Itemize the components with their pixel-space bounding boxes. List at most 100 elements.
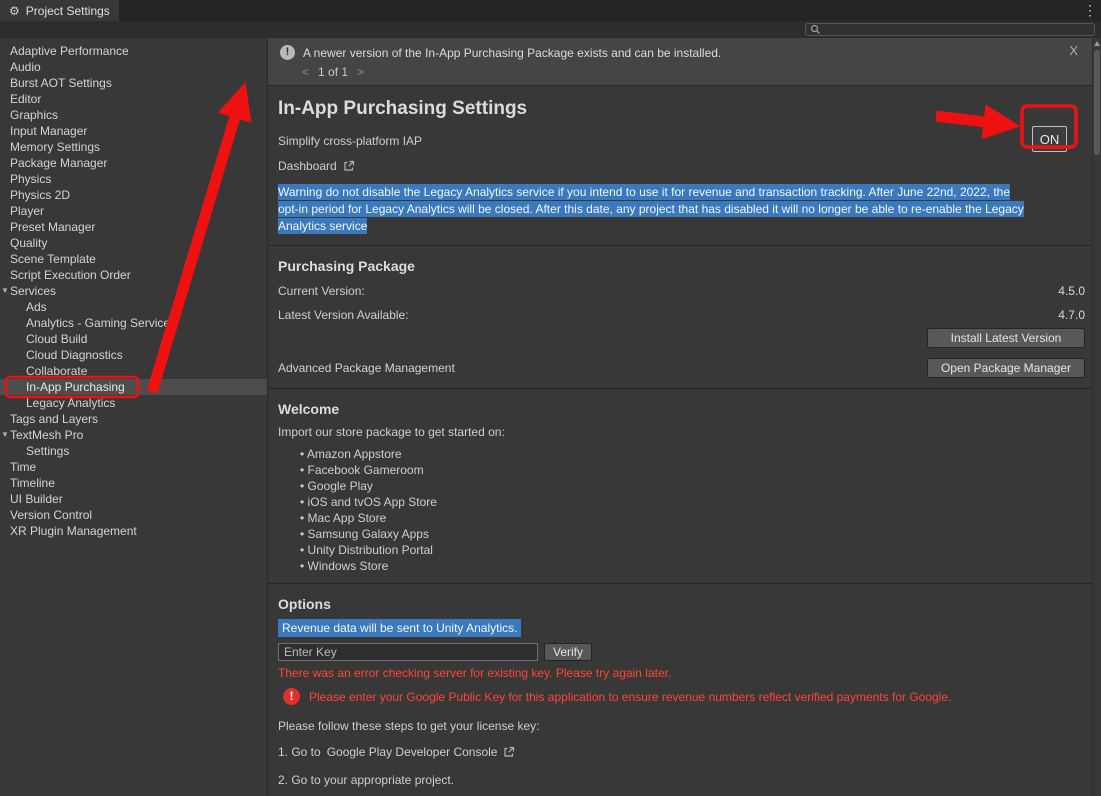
- simplify-iap-label: Simplify cross-platform IAP: [278, 134, 1085, 148]
- google-play-console-link[interactable]: Google Play Developer Console: [327, 745, 498, 759]
- store-list-item: Facebook Gameroom: [300, 462, 1085, 478]
- sidebar-item-services[interactable]: ▼Services: [0, 283, 267, 299]
- advanced-package-label: Advanced Package Management: [278, 361, 455, 375]
- page-title: In-App Purchasing Settings: [278, 98, 1085, 120]
- pager-next-button[interactable]: >: [357, 65, 364, 79]
- pager-prev-button[interactable]: <: [302, 65, 309, 79]
- tab-project-settings[interactable]: ⚙ Project Settings: [0, 0, 119, 21]
- latest-version-row: Latest Version Available: 4.7.0: [278, 308, 1085, 322]
- legacy-analytics-warning-text: Warning do not disable the Legacy Analyt…: [278, 184, 1024, 234]
- sidebar-item-version-control[interactable]: Version Control: [0, 507, 267, 523]
- error-icon: !: [283, 688, 300, 705]
- sidebar-item-analytics-gaming-services[interactable]: Analytics - Gaming Services: [0, 315, 267, 331]
- key-error-text: Please enter your Google Public Key for …: [309, 690, 951, 704]
- sidebar-item-tags-and-layers[interactable]: Tags and Layers: [0, 411, 267, 427]
- toolbar: [0, 21, 1101, 39]
- analytics-note: Revenue data will be sent to Unity Analy…: [278, 621, 1085, 635]
- sidebar-item-label: Services: [10, 284, 56, 298]
- open-package-manager-button[interactable]: Open Package Manager: [927, 358, 1085, 378]
- scroll-up-icon[interactable]: [1094, 41, 1100, 46]
- install-latest-version-button[interactable]: Install Latest Version: [927, 328, 1085, 348]
- scrollbar-thumb[interactable]: [1094, 50, 1100, 155]
- section-divider: [268, 245, 1092, 246]
- store-list-item: Mac App Store: [300, 510, 1085, 526]
- store-list-item: Google Play: [300, 478, 1085, 494]
- search-icon: [810, 24, 821, 35]
- legacy-analytics-warning: Warning do not disable the Legacy Analyt…: [278, 184, 1028, 235]
- store-list-item: Unity Distribution Portal: [300, 542, 1085, 558]
- kebab-menu-icon[interactable]: ⋮: [1083, 2, 1097, 19]
- welcome-heading: Welcome: [278, 401, 1085, 417]
- external-link-icon: [503, 746, 515, 758]
- latest-version-label: Latest Version Available:: [278, 308, 409, 322]
- sidebar-item-xr-plugin-management[interactable]: XR Plugin Management: [0, 523, 267, 539]
- server-error-text: There was an error checking server for e…: [278, 666, 1085, 680]
- google-key-row: Verify: [278, 643, 1085, 661]
- notification-pager: < 1 of 1 >: [302, 65, 1080, 79]
- section-divider: [268, 583, 1092, 584]
- store-list: Amazon Appstore Facebook Gameroom Google…: [278, 446, 1085, 574]
- sidebar-item-input-manager[interactable]: Input Manager: [0, 123, 267, 139]
- current-version-value: 4.5.0: [1058, 284, 1085, 298]
- foldout-open-icon[interactable]: ▼: [1, 283, 9, 299]
- step-1-prefix: 1. Go to: [278, 745, 321, 759]
- sidebar-item-quality[interactable]: Quality: [0, 235, 267, 251]
- sidebar-item-physics[interactable]: Physics: [0, 171, 267, 187]
- sidebar-item-burst-aot-settings[interactable]: Burst AOT Settings: [0, 75, 267, 91]
- sidebar-item-package-manager[interactable]: Package Manager: [0, 155, 267, 171]
- close-icon[interactable]: X: [1069, 43, 1078, 58]
- store-list-item: Amazon Appstore: [300, 446, 1085, 462]
- sidebar-item-legacy-analytics[interactable]: Legacy Analytics: [0, 395, 267, 411]
- sidebar-item-editor[interactable]: Editor: [0, 91, 267, 107]
- project-settings-window: ⚙ Project Settings ⋮ Adaptive Performanc…: [0, 0, 1101, 796]
- search-input[interactable]: [825, 24, 1090, 35]
- sidebar-item-memory-settings[interactable]: Memory Settings: [0, 139, 267, 155]
- current-version-label: Current Version:: [278, 284, 365, 298]
- sidebar-item-textmesh-pro-settings[interactable]: Settings: [0, 443, 267, 459]
- sidebar-item-physics-2d[interactable]: Physics 2D: [0, 187, 267, 203]
- sidebar-item-scene-template[interactable]: Scene Template: [0, 251, 267, 267]
- verify-key-button[interactable]: Verify: [544, 643, 592, 661]
- pager-label: 1 of 1: [318, 65, 348, 79]
- sidebar: Adaptive Performance Audio Burst AOT Set…: [0, 38, 267, 796]
- search-box[interactable]: [805, 23, 1095, 36]
- sidebar-item-graphics[interactable]: Graphics: [0, 107, 267, 123]
- sidebar-item-timeline[interactable]: Timeline: [0, 475, 267, 491]
- sidebar-item-adaptive-performance[interactable]: Adaptive Performance: [0, 43, 267, 59]
- sidebar-item-ui-builder[interactable]: UI Builder: [0, 491, 267, 507]
- sidebar-item-script-execution-order[interactable]: Script Execution Order: [0, 267, 267, 283]
- sidebar-item-audio[interactable]: Audio: [0, 59, 267, 75]
- current-version-row: Current Version: 4.5.0: [278, 284, 1085, 298]
- google-public-key-input[interactable]: [278, 643, 538, 661]
- sidebar-item-cloud-build[interactable]: Cloud Build: [0, 331, 267, 347]
- notification-message: A newer version of the In-App Purchasing…: [303, 46, 721, 60]
- service-on-toggle[interactable]: ON: [1032, 126, 1067, 152]
- sidebar-item-collaborate[interactable]: Collaborate: [0, 363, 267, 379]
- sidebar-item-player[interactable]: Player: [0, 203, 267, 219]
- dashboard-link[interactable]: Dashboard: [278, 159, 355, 173]
- foldout-open-icon[interactable]: ▼: [1, 427, 9, 443]
- sidebar-item-preset-manager[interactable]: Preset Manager: [0, 219, 267, 235]
- section-divider: [268, 388, 1092, 389]
- license-step-2: 2. Go to your appropriate project.: [278, 773, 1085, 787]
- external-link-icon: [343, 160, 355, 172]
- license-step-1: 1. Go to Google Play Developer Console: [278, 745, 1085, 759]
- store-list-item: Windows Store: [300, 558, 1085, 574]
- sidebar-item-time[interactable]: Time: [0, 459, 267, 475]
- purchasing-package-heading: Purchasing Package: [278, 258, 1085, 274]
- info-icon: !: [280, 45, 295, 60]
- sidebar-item-ads[interactable]: Ads: [0, 299, 267, 315]
- key-error-row: ! Please enter your Google Public Key fo…: [278, 688, 1085, 705]
- update-notification-banner: ! A newer version of the In-App Purchasi…: [268, 38, 1092, 86]
- sidebar-item-in-app-purchasing[interactable]: In-App Purchasing: [0, 379, 267, 395]
- dashboard-link-label: Dashboard: [278, 159, 337, 173]
- sidebar-item-cloud-diagnostics[interactable]: Cloud Diagnostics: [0, 347, 267, 363]
- advanced-package-row: Advanced Package Management Open Package…: [278, 358, 1085, 378]
- iap-settings-main: ON In-App Purchasing Settings Simplify c…: [268, 98, 1092, 787]
- sidebar-item-label: TextMesh Pro: [10, 428, 83, 442]
- vertical-scrollbar[interactable]: [1092, 38, 1101, 796]
- content-panel: ! A newer version of the In-App Purchasi…: [267, 38, 1092, 796]
- sidebar-item-textmesh-pro[interactable]: ▼TextMesh Pro: [0, 427, 267, 443]
- store-list-item: iOS and tvOS App Store: [300, 494, 1085, 510]
- gear-icon: ⚙: [9, 4, 20, 18]
